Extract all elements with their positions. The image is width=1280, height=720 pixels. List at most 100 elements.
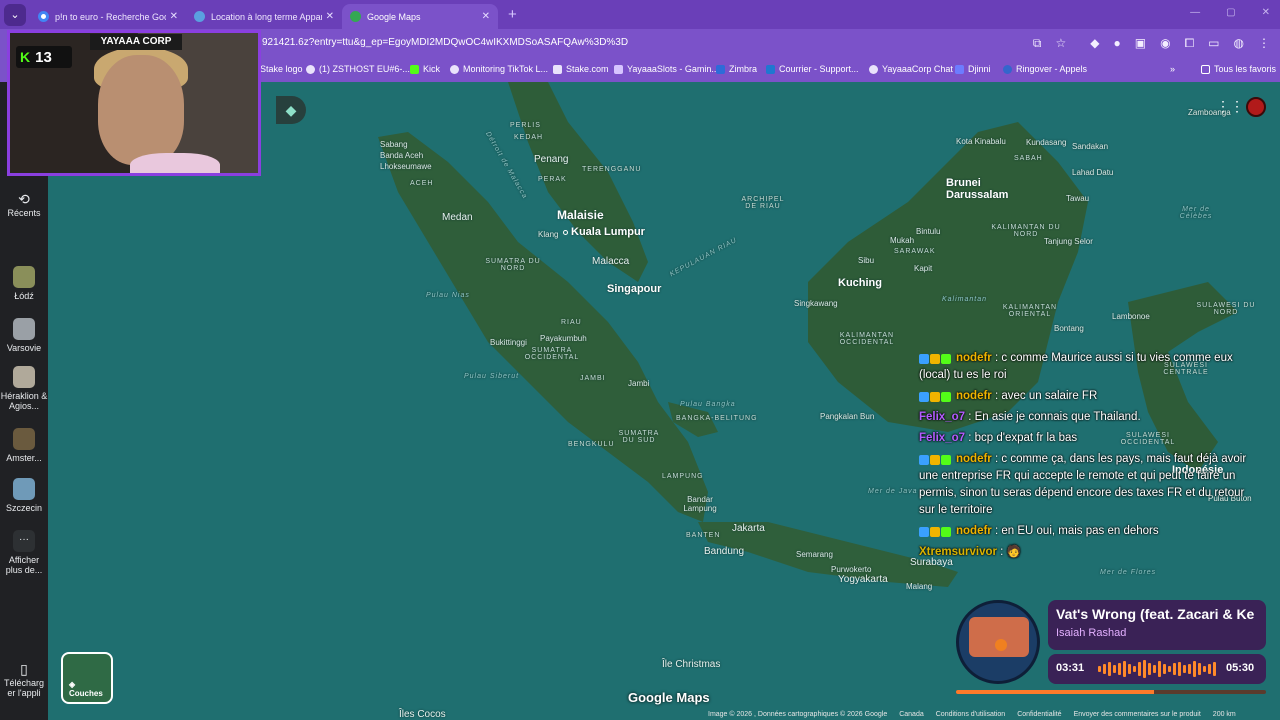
footer-attribution: Image © 2026 , Données cartographiques ©… — [708, 711, 888, 718]
maximize-icon[interactable]: ▢ — [1226, 7, 1235, 18]
close-icon[interactable]: ✕ — [170, 11, 178, 22]
waveform-bar — [1203, 666, 1206, 672]
label-malacca: Malacca — [592, 256, 630, 267]
webcam-streamer — [98, 55, 184, 165]
bookmark-label: Stake logo — [260, 64, 303, 74]
bookmark-icon — [306, 64, 315, 74]
chat-username: Xtremsurvivor — [919, 546, 997, 558]
waveform-bar — [1183, 665, 1186, 673]
close-icon[interactable]: ✕ — [482, 11, 490, 22]
waveform-bar — [1128, 664, 1131, 674]
window-controls: — ▢ ✕ — [1190, 7, 1270, 18]
label-tanjung-selor: Tanjung Selor — [1044, 237, 1093, 246]
close-window-icon[interactable]: ✕ — [1262, 7, 1270, 18]
bookmark-label: Kick — [423, 64, 441, 74]
label-mer-flores: Mer de Flores — [1100, 569, 1157, 576]
rail-recents[interactable]: ⟲ Récents — [0, 191, 48, 218]
label-malang: Malang — [906, 582, 933, 591]
track-progress-fill — [956, 690, 1155, 694]
city-dot — [563, 229, 568, 235]
bookmark-icon — [553, 64, 562, 74]
label-kundasang: Kundasang — [1026, 138, 1067, 147]
place-thumbnail — [13, 266, 35, 288]
waveform-bar — [1208, 664, 1211, 674]
minimize-icon[interactable]: — — [1190, 7, 1200, 18]
more-icon: ··· — [13, 530, 35, 552]
label-bintulu: Bintulu — [916, 227, 941, 236]
tab-google-maps[interactable]: Google Maps ✕ — [342, 4, 498, 29]
panel-icon[interactable]: ▭ — [1208, 36, 1219, 51]
folder-icon — [1201, 64, 1210, 74]
rail-label: Afficher plus de... — [5, 555, 43, 575]
scale-bar[interactable]: 200 km — [1213, 711, 1236, 718]
rail-download-app[interactable]: ▯ Télécharg er l'appli — [0, 662, 48, 698]
label-tawau: Tawau — [1066, 194, 1090, 203]
url-field[interactable]: 921421.6z?entry=ttu&g_ep=EgoyMDI2MDQwOC4… — [262, 37, 628, 48]
extension-icon[interactable]: ◆ — [1090, 36, 1099, 51]
extension-icon[interactable]: ▣ — [1135, 36, 1146, 51]
bookmark-item[interactable]: YayaaaCorp Chat — [869, 64, 953, 74]
label-bengkulu: BENGKULU — [568, 441, 615, 448]
directions-icon[interactable]: ◆ — [276, 96, 306, 124]
history-icon: ⟲ — [18, 191, 30, 207]
viewer-count: 13 — [35, 48, 52, 66]
rail-saved-place[interactable]: Varsovie — [0, 318, 48, 353]
all-bookmarks-button[interactable]: Tous les favoris — [1201, 64, 1276, 74]
channel-name: YAYAAA CORP — [90, 34, 182, 50]
label-bangka-belitung: BANGKA-BELITUNG — [676, 415, 758, 422]
bookmark-item[interactable]: YayaaaSlots - Gamin... — [614, 64, 719, 74]
tab-google-search[interactable]: p!n to euro - Recherche Google ✕ — [30, 4, 186, 29]
extension-icon[interactable]: ● — [1113, 36, 1120, 51]
label-sumatra-sud: SUMATRA DU SUD — [618, 430, 660, 444]
label-terengganu: TERENGGANU — [582, 166, 642, 173]
rail-label: Varsovie — [6, 343, 42, 353]
footer-feedback-link[interactable]: Envoyer des commentaires sur le produit — [1074, 711, 1201, 718]
extensions-puzzle-icon[interactable]: ⧠ — [1185, 36, 1195, 51]
waveform-bar — [1198, 663, 1201, 675]
place-thumbnail — [13, 478, 35, 500]
new-tab-button[interactable]: + — [508, 6, 517, 23]
profile-avatar-icon[interactable]: ◍ — [1234, 36, 1244, 51]
bookmark-label: (1) ZSTHOST EU#6-... — [319, 64, 410, 74]
map-footer: Image © 2026 , Données cartographiques ©… — [708, 711, 1236, 718]
bookmark-item[interactable]: Stake.com — [553, 64, 609, 74]
bookmark-item[interactable]: Zimbra — [716, 64, 757, 74]
rail-saved-place[interactable]: Héraklion & Agios... — [0, 366, 48, 411]
layers-button[interactable]: ◈ Couches — [61, 652, 113, 704]
footer-region[interactable]: Canada — [899, 711, 924, 718]
rail-show-more[interactable]: ··· Afficher plus de... — [0, 530, 48, 575]
bookmark-item[interactable]: Kick — [410, 64, 440, 74]
rail-saved-place[interactable]: Amster... — [0, 428, 48, 463]
tab-search-icon[interactable]: ⌄ — [4, 3, 26, 26]
footer-terms-link[interactable]: Conditions d'utilisation — [936, 711, 1005, 718]
footer-privacy-link[interactable]: Confidentialité — [1017, 711, 1061, 718]
bookmark-item[interactable]: Courrier - Support... — [766, 64, 859, 74]
bookmark-item[interactable]: Monitoring TikTok L... — [450, 64, 548, 74]
tab-strip: ⌄ p!n to euro - Recherche Google ✕ Locat… — [0, 0, 1280, 29]
rail-saved-place[interactable]: Łódź — [0, 266, 48, 301]
label-banten: BANTEN — [686, 532, 721, 539]
bookmark-item[interactable]: Ringover - Appels — [1003, 64, 1087, 74]
tab-location[interactable]: Location à long terme Appartem ✕ — [186, 4, 342, 29]
label-semarang: Semarang — [796, 550, 833, 559]
install-app-icon[interactable]: ⧉ — [1033, 36, 1042, 51]
label-kalimantan-nord: KALIMANTAN DU NORD — [991, 224, 1061, 238]
bookmark-star-icon[interactable]: ☆ — [1055, 36, 1066, 51]
bookmark-icon — [869, 64, 878, 74]
waveform-bar — [1158, 661, 1161, 677]
bookmark-item[interactable]: Stake logo — [260, 64, 303, 74]
extension-icon[interactable]: ◉ — [1160, 36, 1170, 51]
account-avatar[interactable] — [1246, 97, 1266, 117]
close-icon[interactable]: ✕ — [326, 11, 334, 22]
rail-saved-place[interactable]: Szczecin — [0, 478, 48, 513]
bookmark-item[interactable]: Djinni — [955, 64, 991, 74]
chat-text: bcp d'expat fr la bas — [974, 432, 1078, 444]
label-kalimantan-mountain: Kalimantan — [942, 296, 988, 303]
chat-username: Felix_o7 — [919, 432, 966, 444]
menu-dots-icon[interactable]: ⋮ — [1258, 36, 1270, 51]
label-pangkalan-bun: Pangkalan Bun — [820, 412, 875, 421]
more-bookmarks-button[interactable]: » — [1170, 64, 1175, 74]
album-disc — [956, 600, 1040, 684]
label-kalimantan-est: KALIMANTAN ORIENTAL — [1002, 304, 1058, 318]
bookmark-item[interactable]: (1) ZSTHOST EU#6-... — [306, 64, 410, 74]
